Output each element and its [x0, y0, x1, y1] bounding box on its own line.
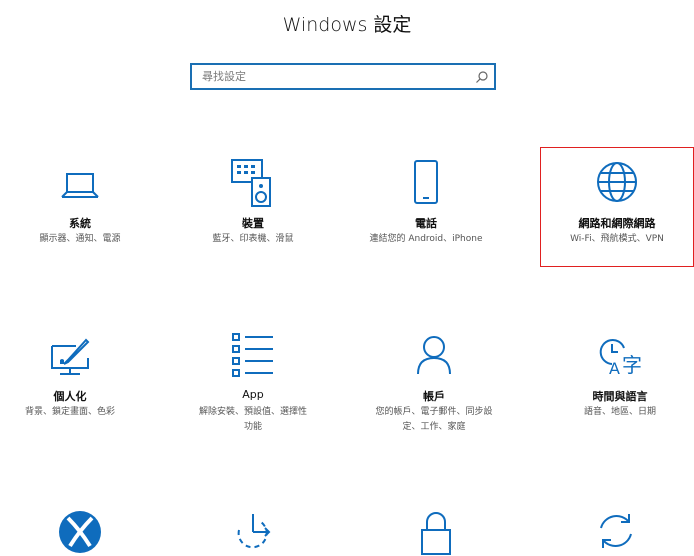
tile-name: 時間與語言 [592, 390, 648, 403]
tile-desc: 語音、地區、日期 [583, 407, 656, 417]
tile-desc: 解除安裝、預設值、選擇性功能 [198, 407, 307, 432]
tile-ease-of-access[interactable] [183, 504, 323, 554]
tile-accounts[interactable]: 帳戶 您的帳戶、電子郵件、同步設定、工作、家庭 [364, 328, 504, 448]
update-sync-icon [600, 514, 632, 548]
tile-gaming[interactable] [10, 504, 150, 554]
tile-apps[interactable]: App 解除安裝、預設值、選擇性功能 [183, 328, 323, 448]
tile-name: 裝置 [242, 217, 264, 230]
tile-devices[interactable]: 裝置 藍牙、印表機、滑鼠 [183, 150, 323, 270]
search-icon[interactable] [475, 70, 489, 84]
tile-name: App [242, 388, 264, 401]
svg-text:A: A [609, 359, 620, 376]
tile-desc: 顯示器、通知、電源 [39, 234, 121, 244]
personalization-icon [51, 338, 90, 375]
tile-network[interactable]: 網路和網際網路 Wi-Fi、飛航模式、VPN [540, 147, 694, 267]
laptop-icon [61, 173, 99, 198]
tile-update-security[interactable] [546, 504, 686, 554]
lock-icon [421, 512, 451, 555]
svg-text:字: 字 [622, 353, 642, 376]
xbox-icon [59, 511, 101, 553]
tile-personalization[interactable]: 個人化 背景、鎖定畫面、色彩 [0, 328, 140, 448]
page-title: Windows 設定 [282, 14, 412, 36]
tile-name: 網路和網際網路 [578, 217, 656, 230]
tile-desc: 背景、鎖定畫面、色彩 [24, 407, 115, 417]
ease-of-access-icon [237, 514, 271, 549]
tile-system[interactable]: 系統 顯示器、通知、電源 [10, 150, 150, 270]
apps-list-icon [232, 333, 273, 377]
person-icon [417, 336, 451, 375]
tile-desc: 連結您的 Android、iPhone [369, 234, 483, 244]
tile-desc: Wi-Fi、飛航模式、VPN [570, 234, 664, 244]
devices-icon [231, 159, 271, 207]
tile-time-language[interactable]: A 字 時間與語言 語音、地區、日期 [550, 328, 690, 448]
search-box[interactable] [190, 63, 496, 90]
tile-desc: 您的帳戶、電子郵件、同步設定、工作、家庭 [375, 407, 493, 432]
phone-icon [414, 160, 438, 204]
tile-name: 系統 [69, 217, 91, 230]
tile-privacy[interactable] [366, 504, 506, 555]
tile-name: 個人化 [53, 390, 87, 403]
globe-icon [597, 162, 637, 202]
time-language-icon: A 字 [599, 339, 642, 376]
tile-phone[interactable]: 電話 連結您的 Android、iPhone [356, 150, 496, 270]
tile-name: 帳戶 [423, 390, 445, 403]
tile-desc: 藍牙、印表機、滑鼠 [212, 234, 294, 244]
tile-name: 電話 [415, 217, 437, 230]
search-input[interactable] [192, 65, 472, 88]
